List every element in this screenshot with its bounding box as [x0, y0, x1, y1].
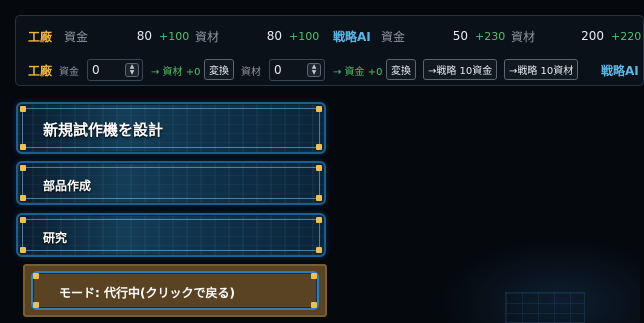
- design-button-label: 新規試作機を設計: [43, 121, 164, 139]
- corner-ornament: [20, 144, 26, 150]
- factory-funds-delta: +100: [159, 29, 190, 43]
- corner-ornament: [311, 273, 317, 279]
- ai-funds-label: 資金: [381, 29, 406, 44]
- materials-amount-value: 0: [274, 63, 282, 77]
- parts-creation-button[interactable]: 部品作成: [16, 161, 326, 205]
- corner-ornament: [316, 106, 322, 112]
- parts-button-label: 部品作成: [43, 179, 92, 193]
- funds-spinner-icon[interactable]: ▲ ▼: [125, 63, 139, 77]
- ai-team-label: 戦略AI: [333, 29, 371, 44]
- corner-ornament: [33, 273, 39, 279]
- factory-funds-label: 資金: [64, 29, 89, 44]
- mode-toggle-button[interactable]: モード: 代行中(クリックで戻る): [23, 264, 327, 317]
- funds-amount-input[interactable]: 0 ▲ ▼: [87, 59, 143, 81]
- corner-ornament: [33, 302, 39, 308]
- corner-ornament: [20, 106, 26, 112]
- materials-amount-input[interactable]: 0 ▲ ▼: [269, 59, 325, 81]
- send-funds-to-ai-button[interactable]: →戦略 10資金: [423, 59, 498, 80]
- ai-materials-delta: +220: [611, 29, 642, 43]
- corner-ornament: [316, 165, 322, 171]
- convert-materials-button[interactable]: 変換: [386, 59, 416, 80]
- research-button-label: 研究: [43, 231, 68, 245]
- exchange-materials-label: 資材: [241, 66, 261, 78]
- corner-ornament: [20, 165, 26, 171]
- corner-ornament: [20, 217, 26, 223]
- exchange-team-label: 工廠: [28, 63, 53, 78]
- ai-materials-label: 資材: [511, 29, 536, 44]
- ai-funds-delta: +230: [475, 29, 506, 43]
- funds-conversion-result: → 資材 +0: [151, 66, 201, 78]
- research-button[interactable]: 研究: [16, 213, 326, 257]
- factory-materials-delta: +100: [289, 29, 320, 43]
- corner-ornament: [20, 195, 26, 201]
- factory-funds-value: 80: [136, 29, 152, 43]
- ai-materials-value: 200: [581, 29, 604, 43]
- materials-conversion-result: → 資金 +0: [333, 66, 383, 78]
- corner-ornament: [20, 247, 26, 253]
- factory-materials-label: 資材: [195, 29, 220, 44]
- corner-ornament: [316, 217, 322, 223]
- corner-ornament: [311, 302, 317, 308]
- design-new-prototype-button[interactable]: 新規試作機を設計: [16, 102, 326, 154]
- materials-spinner-icon[interactable]: ▲ ▼: [307, 63, 321, 77]
- convert-funds-button[interactable]: 変換: [204, 59, 234, 80]
- exchange-ai-team-label: 戦略AI: [601, 63, 639, 78]
- corner-ornament: [316, 195, 322, 201]
- funds-amount-value: 0: [92, 63, 100, 77]
- corner-ornament: [316, 247, 322, 253]
- exchange-funds-label: 資金: [59, 66, 79, 78]
- resource-summary-row: 工廠 資金 80 +100 資材 80 +100 戦略AI 資金 50 +230…: [16, 25, 644, 47]
- exchange-row: 工廠 資金 0 ▲ ▼ → 資材 +0 変換 資材 0 ▲ ▼ → 資金 +0 変換…: [16, 59, 644, 81]
- background-grid-decoration: [505, 292, 585, 323]
- mode-button-label: モード: 代行中(クリックで戻る): [59, 286, 235, 300]
- corner-ornament: [316, 144, 322, 150]
- factory-materials-value: 80: [266, 29, 282, 43]
- factory-team-label: 工廠: [28, 29, 53, 44]
- send-materials-to-ai-button[interactable]: →戦略 10資材: [504, 59, 579, 80]
- resource-panel: 工廠 資金 80 +100 資材 80 +100 戦略AI 資金 50 +230…: [15, 15, 644, 86]
- ai-funds-value: 50: [452, 29, 468, 43]
